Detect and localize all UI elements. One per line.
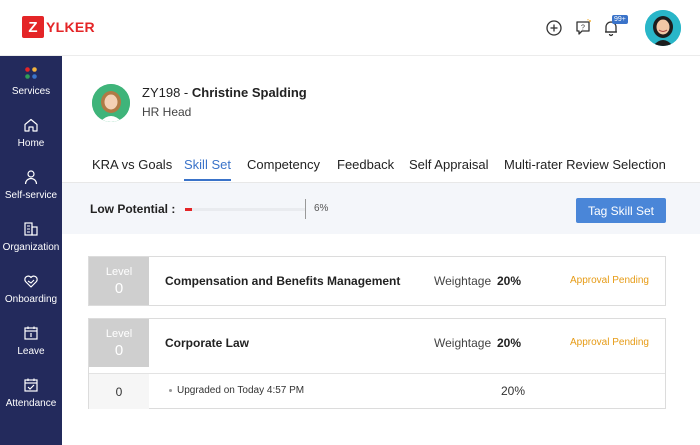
employee-id: ZY198 bbox=[142, 85, 181, 100]
weightage-label: Weightage bbox=[434, 274, 492, 288]
tab-competency[interactable]: Competency bbox=[247, 157, 320, 181]
sidebar-item-label: Onboarding bbox=[4, 294, 58, 305]
sidebar-item-label: Leave bbox=[17, 346, 45, 357]
home-icon bbox=[24, 118, 38, 132]
svg-text:?: ? bbox=[581, 25, 585, 32]
notification-count-badge: 99+ bbox=[612, 15, 628, 24]
help-icon[interactable]: ? bbox=[574, 19, 592, 37]
sidebar-item-self-service[interactable]: Self-service bbox=[0, 160, 62, 212]
sidebar-item-label: Home bbox=[17, 138, 45, 149]
potential-band: Low Potential : 6% Tag Skill Set bbox=[62, 182, 700, 234]
sidebar-item-label: Organization bbox=[2, 242, 60, 253]
top-bar: Z YLKER ? 99+ bbox=[0, 0, 700, 56]
sidebar-item-onboarding[interactable]: Onboarding bbox=[0, 264, 62, 316]
tab-multi-rater-review-selection[interactable]: Multi-rater Review Selection bbox=[504, 157, 666, 181]
skill-level-value: 0 bbox=[114, 341, 124, 359]
user-avatar-image bbox=[645, 10, 681, 46]
tag-skill-set-button[interactable]: Tag Skill Set bbox=[576, 198, 666, 223]
potential-progress-bar bbox=[185, 208, 305, 211]
tab-kra-vs-goals[interactable]: KRA vs Goals bbox=[92, 157, 172, 181]
employee-heading: ZY198 - Christine Spalding bbox=[142, 85, 307, 100]
sidebar-item-home[interactable]: Home bbox=[0, 108, 62, 160]
potential-progress-fill bbox=[185, 208, 192, 211]
organization-icon bbox=[24, 222, 38, 236]
calendar-icon bbox=[24, 326, 38, 340]
sidebar-item-leave[interactable]: Leave bbox=[0, 316, 62, 368]
tab-self-appraisal[interactable]: Self Appraisal bbox=[409, 157, 489, 181]
onboarding-icon bbox=[24, 275, 38, 288]
approval-status: Approval Pending bbox=[570, 275, 649, 286]
approval-status: Approval Pending bbox=[570, 337, 649, 348]
employee-role: HR Head bbox=[142, 105, 192, 119]
sidebar-item-label: Attendance bbox=[5, 398, 57, 409]
skill-card: Level 0 Corporate Law Weightage 20% Appr… bbox=[88, 318, 666, 409]
history-level: 0 bbox=[89, 374, 149, 409]
employee-name: Christine Spalding bbox=[191, 85, 307, 100]
skill-card: Level 0 Compensation and Benefits Manage… bbox=[88, 256, 666, 306]
skill-history-row: 0 Upgraded on Today 4:57 PM 20% bbox=[89, 373, 665, 409]
logo-text: YLKER bbox=[46, 19, 95, 35]
bullet-icon bbox=[169, 389, 172, 392]
skill-name: Compensation and Benefits Management bbox=[165, 274, 401, 288]
sidebar-item-label: Services bbox=[11, 86, 51, 97]
tab-feedback[interactable]: Feedback bbox=[337, 157, 394, 181]
skill-level-box: Level 0 bbox=[89, 319, 149, 367]
employee-photo bbox=[92, 84, 130, 122]
zylker-logo[interactable]: Z YLKER bbox=[22, 16, 95, 38]
services-icon bbox=[25, 67, 37, 79]
appraisal-tabs: KRA vs Goals Skill Set Competency Feedba… bbox=[62, 154, 700, 182]
main-content: ZY198 - Christine Spalding HR Head KRA v… bbox=[62, 56, 700, 445]
skill-level-label: Level bbox=[105, 265, 133, 278]
sidebar-item-organization[interactable]: Organization bbox=[0, 212, 62, 264]
sidebar-item-services[interactable]: Services bbox=[0, 56, 62, 108]
sidebar: Services Home Self-service Organization … bbox=[0, 56, 62, 445]
weightage-value: 20% bbox=[497, 274, 522, 288]
sidebar-item-label: Self-service bbox=[4, 190, 58, 201]
potential-label: Low Potential : bbox=[90, 202, 176, 216]
skill-level-label: Level bbox=[105, 327, 133, 340]
sidebar-item-attendance[interactable]: Attendance bbox=[0, 368, 62, 420]
history-weightage: 20% bbox=[501, 384, 526, 398]
add-circle-icon[interactable] bbox=[545, 19, 563, 37]
attendance-icon bbox=[24, 378, 38, 392]
potential-marker bbox=[305, 199, 306, 219]
weightage-label: Weightage bbox=[434, 336, 492, 350]
potential-percent: 6% bbox=[314, 203, 329, 214]
tab-skill-set[interactable]: Skill Set bbox=[184, 157, 231, 181]
employee-avatar bbox=[92, 84, 130, 122]
skill-level-box: Level 0 bbox=[89, 257, 149, 305]
weightage-value: 20% bbox=[497, 336, 522, 350]
history-text: Upgraded on Today 4:57 PM bbox=[177, 385, 305, 396]
user-avatar[interactable] bbox=[645, 10, 681, 46]
logo-mark: Z bbox=[22, 16, 44, 38]
person-icon bbox=[24, 170, 38, 185]
skill-level-value: 0 bbox=[114, 279, 124, 297]
employee-separator: - bbox=[180, 85, 192, 100]
skill-name: Corporate Law bbox=[165, 336, 250, 350]
